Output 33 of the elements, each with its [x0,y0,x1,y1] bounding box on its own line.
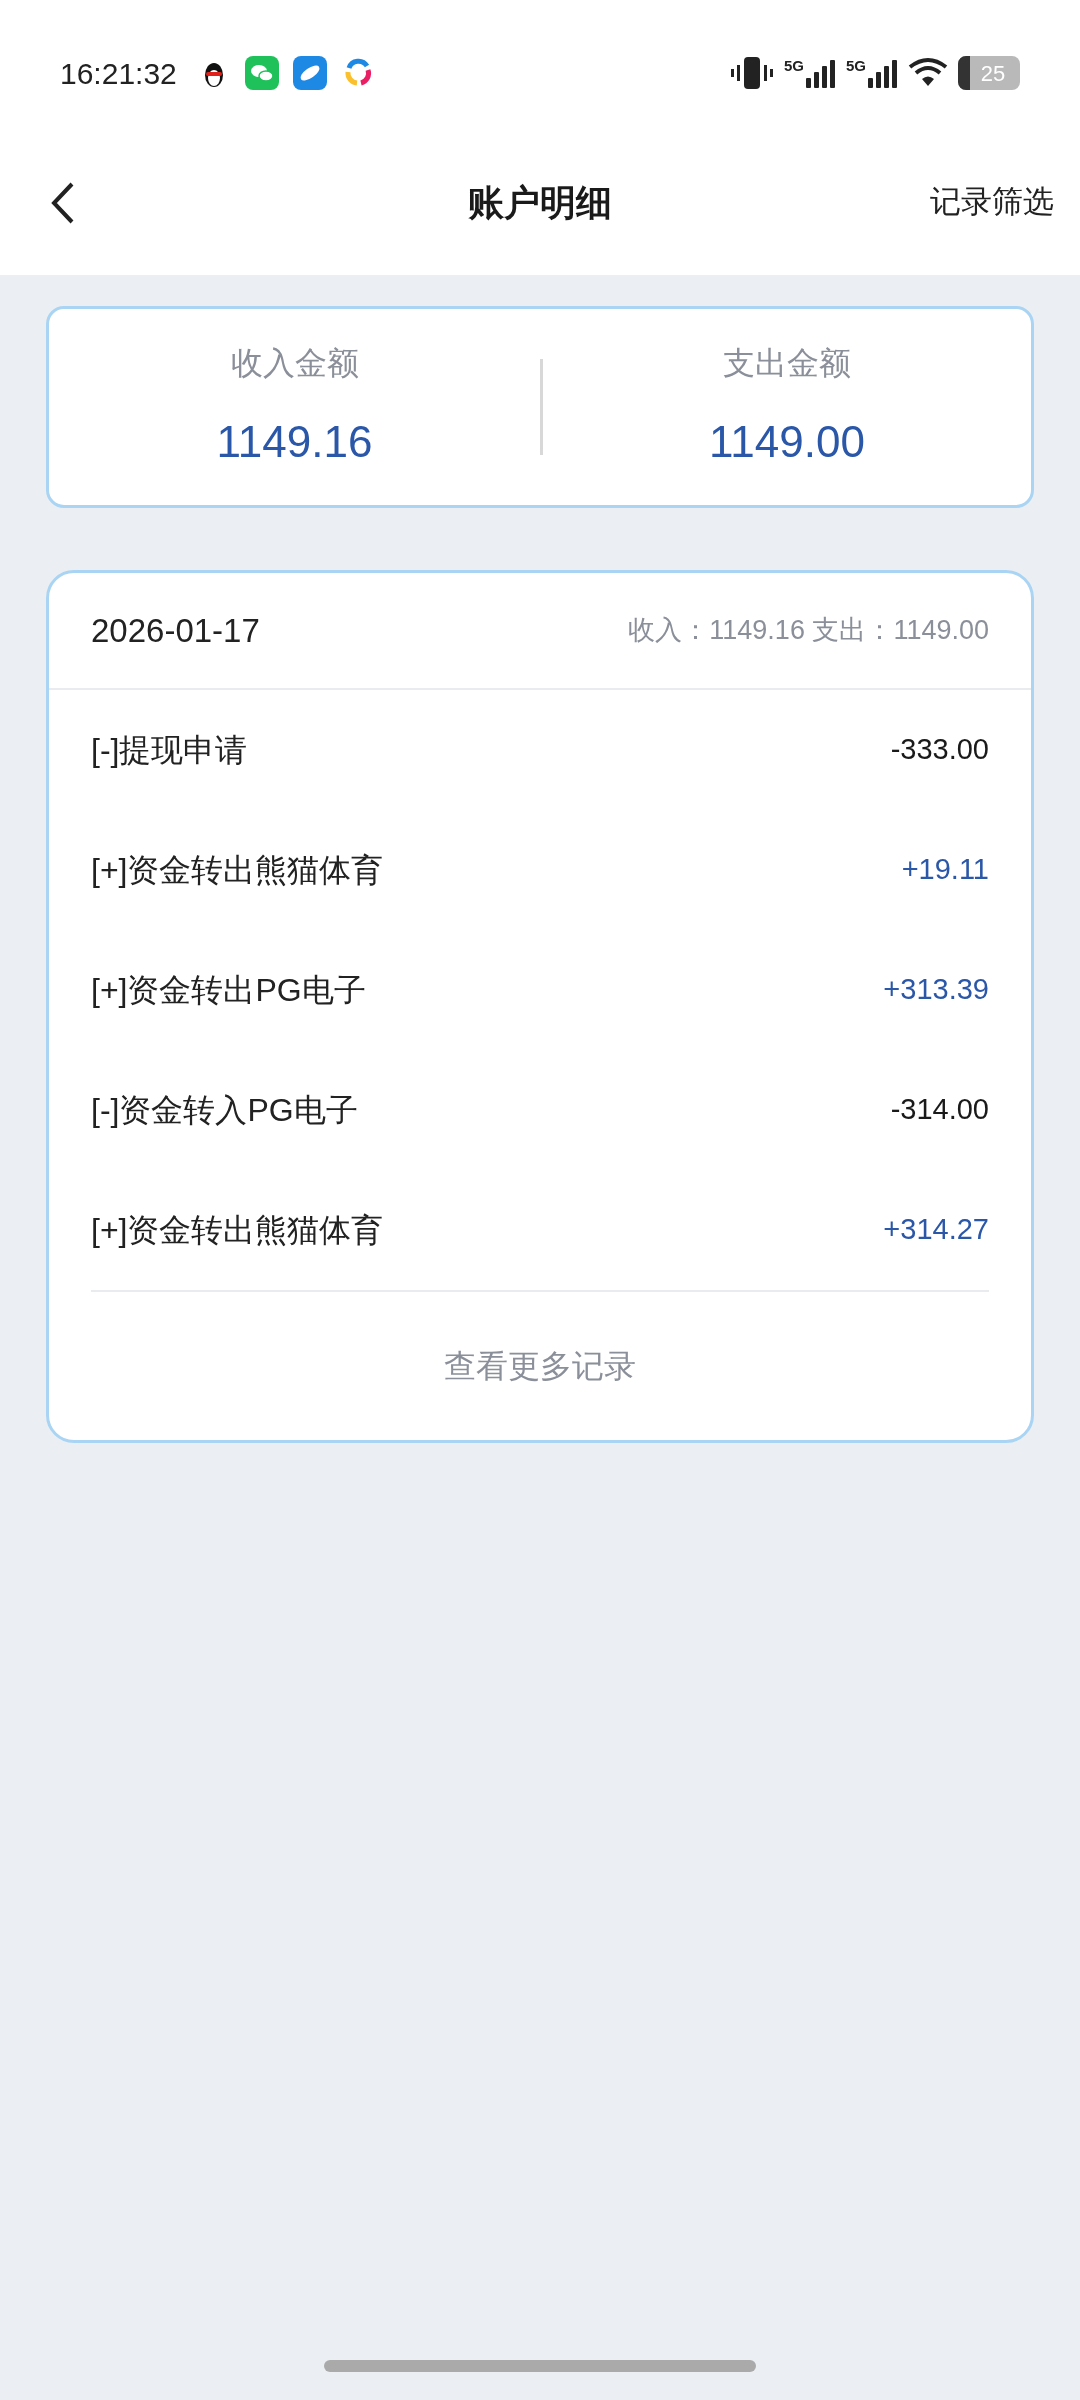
record-row[interactable]: [-]资金转入PG电子 -314.00 [91,1050,989,1170]
network-label: 5G [846,58,866,73]
summary-label: 支出金额 [723,344,851,383]
day-totals: 收入：1149.16 支出：1149.00 [628,614,989,648]
filter-button[interactable]: 记录筛选 [930,179,1054,226]
record-row[interactable]: [+]资金转出熊猫体育 +19.11 [91,810,989,930]
record-title: [+]资金转出熊猫体育 [91,851,384,890]
signal-icon [806,58,836,88]
battery-indicator: 25 [958,56,1020,90]
record-title: [+]资金转出熊猫体育 [91,1211,384,1250]
record-date: 2026-01-17 [91,610,260,651]
record-amount: -314.00 [890,1092,989,1128]
vibrate-icon [729,56,774,90]
signal-icon [868,58,898,88]
summary-amount: 1149.00 [709,416,865,468]
summary-amount: 1149.16 [216,416,373,468]
record-row[interactable]: [+]资金转出熊猫体育 +314.27 [91,1170,989,1290]
record-row[interactable]: [-]提现申请 -333.00 [91,690,989,810]
record-amount: +314.27 [883,1212,989,1248]
record-title: [+]资金转出PG电子 [91,971,366,1010]
status-time: 16:21:32 [60,55,177,92]
page-title: 账户明细 [468,180,612,225]
summary-label: 收入金额 [230,344,359,383]
record-amount: +19.11 [901,852,989,888]
record-amount: -333.00 [890,732,989,768]
record-amount: +313.39 [883,972,989,1008]
browser-app-icon [292,56,327,90]
record-title: [-]提现申请 [91,731,248,770]
record-title: [-]资金转入PG电子 [91,1091,358,1130]
network-label: 5G [783,58,804,73]
chat-app-icon [244,56,279,90]
back-icon[interactable] [50,180,76,225]
record-row[interactable]: [+]资金转出PG电子 +313.39 [91,930,989,1050]
